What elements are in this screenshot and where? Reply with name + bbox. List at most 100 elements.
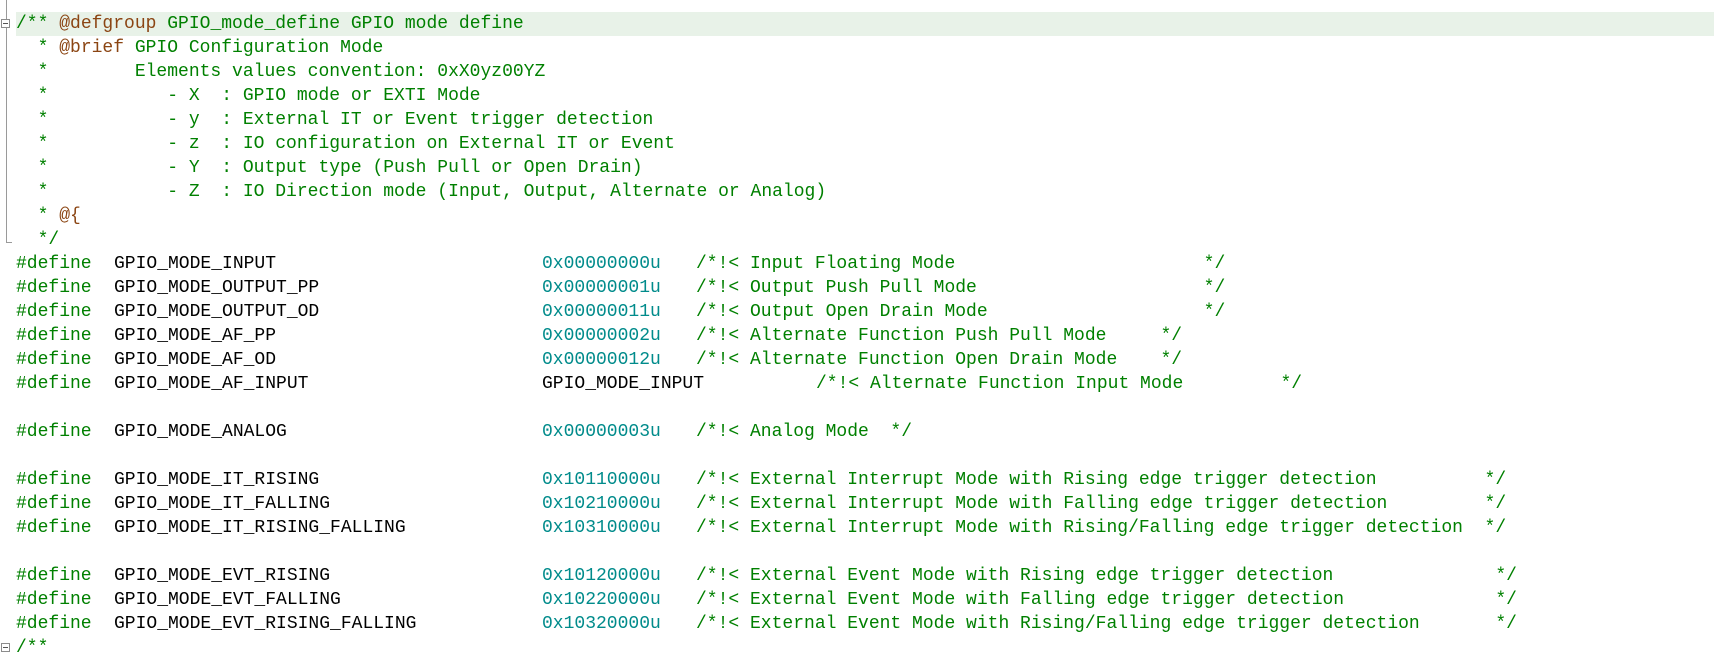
comment-text: * Elements values convention: 0xX0yz00YZ bbox=[16, 62, 546, 82]
define-line[interactable]: #define GPIO_MODE_EVT_RISING_FALLING 0x103… bbox=[16, 612, 1714, 636]
doc-comment-line[interactable]: * - Z : IO Direction mode (Input, Output… bbox=[16, 180, 1714, 204]
next-comment-start[interactable]: /** bbox=[16, 636, 1714, 660]
comment-prefix: /** bbox=[16, 14, 60, 34]
comment-text: * - z : IO configuration on External IT … bbox=[16, 134, 675, 154]
comment-prefix: * bbox=[16, 206, 60, 226]
macro-name: GPIO_MODE_EVT_FALLING bbox=[114, 590, 341, 610]
macro-comment: /*!< External Interrupt Mode with Rising… bbox=[696, 470, 1507, 490]
define-keyword: #define bbox=[16, 278, 92, 298]
define-keyword: #define bbox=[16, 494, 92, 514]
fold-end-icon bbox=[6, 242, 12, 243]
fold-collapse-icon[interactable] bbox=[1, 643, 10, 652]
macro-value: 0x00000003u bbox=[542, 422, 661, 442]
blank-line[interactable] bbox=[16, 444, 1714, 468]
macro-name: GPIO_MODE_IT_FALLING bbox=[114, 494, 331, 514]
macro-name: GPIO_MODE_INPUT bbox=[114, 254, 277, 274]
comment-text: GPIO_mode_define GPIO mode define bbox=[156, 14, 524, 34]
doc-tag: @brief bbox=[59, 38, 125, 58]
doc-comment-line[interactable]: */ bbox=[16, 228, 1714, 252]
macro-comment: /*!< Analog Mode */ bbox=[696, 422, 913, 442]
doc-comment-line[interactable]: * @{ bbox=[16, 204, 1714, 228]
doc-comment-line[interactable]: * - y : External IT or Event trigger det… bbox=[16, 108, 1714, 132]
define-keyword: #define bbox=[16, 614, 92, 634]
macro-value: 0x10110000u bbox=[542, 470, 661, 490]
define-keyword: #define bbox=[16, 374, 92, 394]
comment-text: */ bbox=[16, 230, 60, 250]
macro-comment: /*!< External Event Mode with Falling ed… bbox=[696, 590, 1517, 610]
macro-name: GPIO_MODE_IT_RISING bbox=[114, 470, 320, 490]
blank-line[interactable] bbox=[16, 396, 1714, 420]
comment-text: * - X : GPIO mode or EXTI Mode bbox=[16, 86, 481, 106]
macro-name: GPIO_MODE_AF_INPUT bbox=[114, 374, 309, 394]
define-line[interactable]: #define GPIO_MODE_IT_FALLING 0x10210000u /*… bbox=[16, 492, 1714, 516]
define-keyword: #define bbox=[16, 326, 92, 346]
comment-prefix: * bbox=[16, 38, 60, 58]
doc-comment-line[interactable]: * Elements values convention: 0xX0yz00YZ bbox=[16, 60, 1714, 84]
define-line[interactable]: #define GPIO_MODE_OUTPUT_OD 0x00000011u /*!… bbox=[16, 300, 1714, 324]
macro-value: 0x10310000u bbox=[542, 518, 661, 538]
define-line[interactable]: #define GPIO_MODE_IT_RISING 0x10110000u /*!… bbox=[16, 468, 1714, 492]
macro-value: GPIO_MODE_INPUT bbox=[542, 374, 705, 394]
define-keyword: #define bbox=[16, 302, 92, 322]
define-line[interactable]: #define GPIO_MODE_AF_PP 0x00000002u /*!< Al… bbox=[16, 324, 1714, 348]
define-line[interactable]: #define GPIO_MODE_ANALOG 0x00000003u /*!< A… bbox=[16, 420, 1714, 444]
macro-name: GPIO_MODE_EVT_RISING_FALLING bbox=[114, 614, 417, 634]
macro-comment: /*!< Output Push Pull Mode */ bbox=[696, 278, 1226, 298]
comment-text: * - y : External IT or Event trigger det… bbox=[16, 110, 654, 130]
blank-line[interactable] bbox=[16, 540, 1714, 564]
fold-collapse-icon[interactable] bbox=[1, 19, 10, 28]
doc-comment-line[interactable]: /** @defgroup GPIO_mode_define GPIO mode… bbox=[16, 12, 1714, 36]
comment-text: /** bbox=[16, 638, 49, 658]
code-editor[interactable]: /** @defgroup GPIO_mode_define GPIO mode… bbox=[0, 0, 1714, 672]
doc-comment-line[interactable]: * - X : GPIO mode or EXTI Mode bbox=[16, 84, 1714, 108]
macro-name: GPIO_MODE_AF_PP bbox=[114, 326, 277, 346]
fold-guide-line bbox=[6, 0, 7, 20]
define-keyword: #define bbox=[16, 566, 92, 586]
define-keyword: #define bbox=[16, 590, 92, 610]
macro-name: GPIO_MODE_AF_OD bbox=[114, 350, 277, 370]
define-line[interactable]: #define GPIO_MODE_AF_OD 0x00000012u /*!< Al… bbox=[16, 348, 1714, 372]
define-keyword: #define bbox=[16, 350, 92, 370]
define-keyword: #define bbox=[16, 254, 92, 274]
define-keyword: #define bbox=[16, 470, 92, 490]
define-line[interactable]: #define GPIO_MODE_IT_RISING_FALLING 0x1031… bbox=[16, 516, 1714, 540]
comment-text: GPIO Configuration Mode bbox=[124, 38, 384, 58]
doc-comment-line[interactable]: * - z : IO configuration on External IT … bbox=[16, 132, 1714, 156]
doc-comment-line[interactable]: * - Y : Output type (Push Pull or Open D… bbox=[16, 156, 1714, 180]
define-line[interactable]: #define GPIO_MODE_INPUT 0x00000000u /*!< In… bbox=[16, 252, 1714, 276]
fold-gutter bbox=[0, 0, 16, 672]
macro-name: GPIO_MODE_OUTPUT_OD bbox=[114, 302, 320, 322]
macro-comment: /*!< Input Floating Mode */ bbox=[696, 254, 1226, 274]
comment-text: * - Z : IO Direction mode (Input, Output… bbox=[16, 182, 827, 202]
macro-comment: /*!< Output Open Drain Mode */ bbox=[696, 302, 1226, 322]
define-keyword: #define bbox=[16, 518, 92, 538]
macro-comment: /*!< External Event Mode with Rising edg… bbox=[696, 566, 1517, 586]
macro-comment: /*!< External Event Mode with Rising/Fal… bbox=[696, 614, 1517, 634]
define-line[interactable]: #define GPIO_MODE_OUTPUT_PP 0x00000001u /*!… bbox=[16, 276, 1714, 300]
macro-value: 0x10210000u bbox=[542, 494, 661, 514]
macro-value: 0x10320000u bbox=[542, 614, 661, 634]
define-line[interactable]: #define GPIO_MODE_EVT_RISING 0x10120000u /*… bbox=[16, 564, 1714, 588]
macro-value: 0x10120000u bbox=[542, 566, 661, 586]
define-line[interactable]: #define GPIO_MODE_EVT_FALLING 0x10220000u /… bbox=[16, 588, 1714, 612]
macro-comment: /*!< Alternate Function Push Pull Mode *… bbox=[696, 326, 1183, 346]
fold-guide-line bbox=[6, 28, 7, 242]
define-line[interactable]: #define GPIO_MODE_AF_INPUT GPIO_MODE_INPUT… bbox=[16, 372, 1714, 396]
macro-comment: /*!< External Interrupt Mode with Rising… bbox=[696, 518, 1507, 538]
macro-name: GPIO_MODE_OUTPUT_PP bbox=[114, 278, 320, 298]
macro-comment: /*!< External Interrupt Mode with Fallin… bbox=[696, 494, 1507, 514]
doc-tag: @{ bbox=[59, 206, 81, 226]
macro-value: 0x10220000u bbox=[542, 590, 661, 610]
macro-name: GPIO_MODE_EVT_RISING bbox=[114, 566, 331, 586]
doc-tag: @defgroup bbox=[59, 14, 157, 34]
doc-comment-line[interactable]: * @brief GPIO Configuration Mode bbox=[16, 36, 1714, 60]
define-keyword: #define bbox=[16, 422, 92, 442]
macro-value: 0x00000012u bbox=[542, 350, 661, 370]
macro-name: GPIO_MODE_ANALOG bbox=[114, 422, 287, 442]
macro-comment: /*!< Alternate Function Open Drain Mode … bbox=[696, 350, 1183, 370]
macro-comment: /*!< Alternate Function Input Mode */ bbox=[816, 374, 1303, 394]
macro-value: 0x00000011u bbox=[542, 302, 661, 322]
macro-value: 0x00000001u bbox=[542, 278, 661, 298]
macro-value: 0x00000000u bbox=[542, 254, 661, 274]
comment-text: * - Y : Output type (Push Pull or Open D… bbox=[16, 158, 643, 178]
